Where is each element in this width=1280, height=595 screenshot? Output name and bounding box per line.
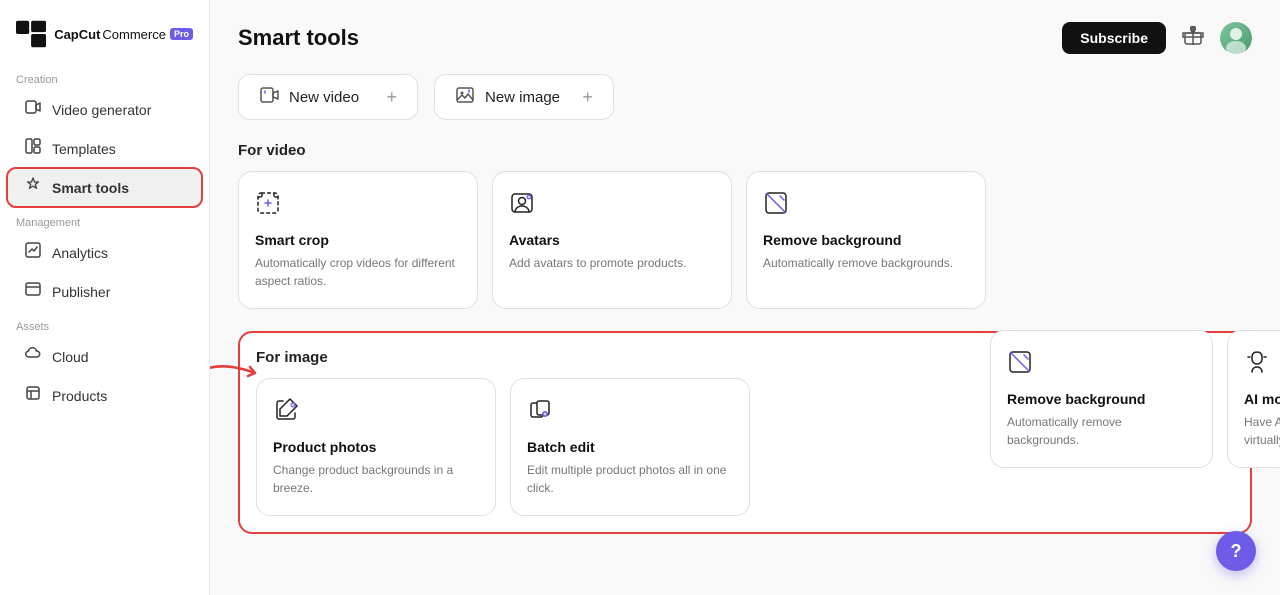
tool-card-avatars[interactable]: Avatars Add avatars to promote products. <box>492 171 732 309</box>
tool-card-remove-bg-image[interactable]: Remove background Automatically remove b… <box>990 330 1213 468</box>
help-button[interactable]: ? <box>1216 531 1256 571</box>
remove-bg-image-icon <box>1007 349 1196 381</box>
management-section-label: Management <box>0 207 209 233</box>
logo-capcut: CapCut <box>54 27 100 42</box>
remove-bg-video-title: Remove background <box>763 232 969 248</box>
new-image-plus: + <box>582 87 593 108</box>
smart-crop-icon <box>255 190 461 222</box>
tool-card-ai-model[interactable]: AI model Have AI model try on products v… <box>1227 330 1280 468</box>
remove-bg-video-desc: Automatically remove backgrounds. <box>763 254 969 272</box>
new-image-label: New image <box>485 89 560 106</box>
remove-bg-video-icon <box>763 190 969 222</box>
for-video-grid: Smart crop Automatically crop videos for… <box>238 171 1252 309</box>
sidebar-item-publisher[interactable]: Publisher <box>8 273 201 310</box>
sidebar-label-video-generator: Video generator <box>52 102 151 118</box>
sidebar-label-smart-tools: Smart tools <box>52 180 129 196</box>
remove-bg-image-title: Remove background <box>1007 391 1196 407</box>
sidebar-label-analytics: Analytics <box>52 245 108 261</box>
publisher-icon <box>24 281 42 302</box>
sidebar-label-products: Products <box>52 388 107 404</box>
new-video-card[interactable]: New video + <box>238 74 418 120</box>
smart-crop-title: Smart crop <box>255 232 461 248</box>
sidebar-item-templates[interactable]: Templates <box>8 130 201 167</box>
tool-card-product-photos[interactable]: Product photos Change product background… <box>256 378 496 516</box>
new-video-plus: + <box>386 87 397 108</box>
ai-model-icon <box>1244 349 1280 381</box>
sidebar-item-video-generator[interactable]: Video generator <box>8 91 201 128</box>
page-title: Smart tools <box>238 25 359 51</box>
sidebar-item-analytics[interactable]: Analytics <box>8 234 201 271</box>
remove-bg-image-desc: Automatically remove backgrounds. <box>1007 413 1196 449</box>
header-actions: Subscribe <box>1062 20 1252 56</box>
sidebar-item-smart-tools[interactable]: Smart tools <box>8 169 201 206</box>
outside-for-image-cards: Remove background Automatically remove b… <box>990 330 1280 468</box>
gift-button[interactable] <box>1178 20 1208 56</box>
logo-commerce: Commerce <box>102 27 166 42</box>
product-photos-title: Product photos <box>273 439 479 455</box>
main-content: Smart tools Subscribe New video + New im… <box>210 0 1280 595</box>
assets-section-label: Assets <box>0 311 209 337</box>
sidebar-item-cloud[interactable]: Cloud <box>8 338 201 375</box>
creation-section-label: Creation <box>0 64 209 90</box>
products-icon <box>24 385 42 406</box>
sidebar: CapCut Commerce Pro Creation Video gener… <box>0 0 210 595</box>
templates-icon <box>24 138 42 159</box>
cloud-icon <box>24 346 42 367</box>
batch-edit-icon <box>527 397 733 429</box>
sidebar-item-products[interactable]: Products <box>8 377 201 414</box>
ai-model-title: AI model <box>1244 391 1280 407</box>
sidebar-label-templates: Templates <box>52 141 116 157</box>
analytics-icon <box>24 242 42 263</box>
new-image-icon <box>455 85 475 109</box>
product-photos-icon <box>273 397 479 429</box>
avatar[interactable] <box>1220 22 1252 54</box>
ai-model-desc: Have AI model try on products virtually. <box>1244 413 1280 449</box>
new-items-row: New video + New image + <box>238 74 1252 120</box>
tool-card-remove-bg-video[interactable]: Remove background Automatically remove b… <box>746 171 986 309</box>
logo-badge: Pro <box>170 28 193 40</box>
main-header: Smart tools Subscribe <box>238 20 1252 56</box>
batch-edit-title: Batch edit <box>527 439 733 455</box>
video-generator-icon <box>24 99 42 120</box>
avatars-desc: Add avatars to promote products. <box>509 254 715 272</box>
sidebar-label-publisher: Publisher <box>52 284 110 300</box>
subscribe-button[interactable]: Subscribe <box>1062 22 1166 54</box>
for-video-label: For video <box>238 142 1252 159</box>
avatars-title: Avatars <box>509 232 715 248</box>
avatars-icon <box>509 190 715 222</box>
new-image-card[interactable]: New image + <box>434 74 614 120</box>
product-photos-desc: Change product backgrounds in a breeze. <box>273 461 479 497</box>
for-video-section: For video Smart crop Automatically crop … <box>238 142 1252 309</box>
new-video-label: New video <box>289 89 359 106</box>
smart-crop-desc: Automatically crop videos for different … <box>255 254 461 290</box>
new-video-icon <box>259 85 279 109</box>
smart-tools-icon <box>24 177 42 198</box>
batch-edit-desc: Edit multiple product photos all in one … <box>527 461 733 497</box>
sidebar-label-cloud: Cloud <box>52 349 89 365</box>
tool-card-batch-edit[interactable]: Batch edit Edit multiple product photos … <box>510 378 750 516</box>
logo: CapCut Commerce Pro <box>0 12 209 64</box>
tool-card-smart-crop[interactable]: Smart crop Automatically crop videos for… <box>238 171 478 309</box>
